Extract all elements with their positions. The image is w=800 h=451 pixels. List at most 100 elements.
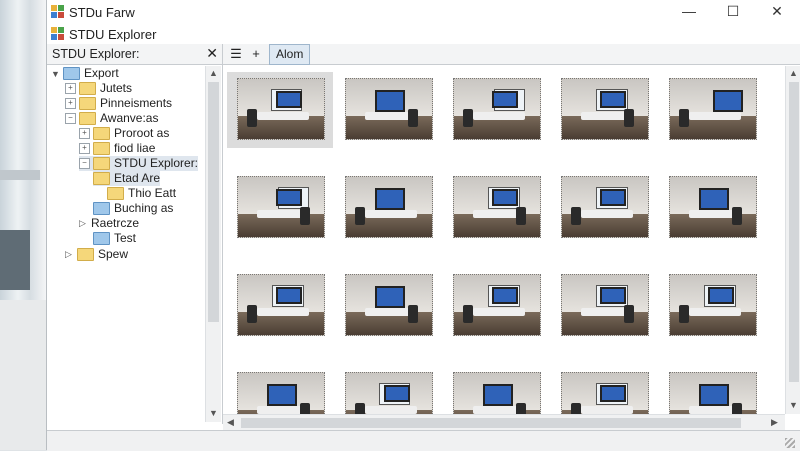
thumbnail-item[interactable] bbox=[659, 170, 765, 246]
tree-item-label: Thio Eatt bbox=[128, 186, 177, 200]
chevron-down-icon[interactable]: ▼ bbox=[51, 69, 61, 79]
tree-scrollbar[interactable]: ▲ ▼ bbox=[205, 66, 221, 422]
add-icon[interactable]: + bbox=[247, 45, 265, 62]
scroll-down-icon[interactable]: ▼ bbox=[209, 408, 218, 418]
tree-item[interactable]: + fiod liae bbox=[79, 141, 155, 156]
office-photo-thumbnail bbox=[453, 372, 541, 414]
background-monitor bbox=[0, 230, 30, 290]
tree-item[interactable]: Thio Eatt bbox=[107, 186, 176, 201]
thumbnail-grid bbox=[223, 66, 785, 414]
tree-item-label: STDU Explorer: bbox=[114, 156, 199, 170]
thumbnail-item[interactable] bbox=[335, 366, 441, 414]
tree-item-label: Raetrcze bbox=[91, 216, 140, 230]
thumbnail-item[interactable] bbox=[659, 366, 765, 414]
status-bar bbox=[47, 430, 800, 451]
expand-icon[interactable]: + bbox=[79, 128, 90, 140]
tree-item[interactable]: Etad Are bbox=[93, 171, 161, 186]
office-photo-thumbnail bbox=[669, 274, 757, 336]
office-photo-thumbnail bbox=[669, 176, 757, 238]
folder-icon bbox=[93, 157, 110, 171]
tree-item[interactable]: + Proroot as bbox=[79, 126, 169, 141]
thumbnail-item[interactable] bbox=[443, 268, 549, 344]
scroll-left-icon[interactable]: ◀ bbox=[227, 417, 234, 428]
tree-item[interactable]: − STDU Explorer: bbox=[79, 156, 199, 171]
expand-icon[interactable]: + bbox=[79, 143, 90, 155]
thumbnail-item[interactable] bbox=[335, 268, 441, 344]
grid-vertical-thumb[interactable] bbox=[789, 82, 799, 382]
thumbnail-item[interactable] bbox=[227, 170, 333, 246]
thumbnail-item[interactable] bbox=[551, 170, 657, 246]
tree-item[interactable]: + Pinneisments bbox=[65, 96, 172, 111]
thumbnail-item[interactable] bbox=[443, 170, 549, 246]
tree-item[interactable]: − Awanve:as bbox=[65, 111, 158, 126]
tree-item[interactable]: Buching as bbox=[93, 201, 173, 216]
thumbnail-item[interactable] bbox=[227, 72, 333, 148]
background-shelf bbox=[0, 170, 40, 180]
expand-icon[interactable]: + bbox=[65, 83, 76, 95]
title-bar[interactable]: STDu Farw — ☐ ✕ bbox=[47, 0, 800, 24]
background-desk bbox=[0, 300, 48, 450]
office-photo-thumbnail bbox=[453, 78, 541, 140]
tree-scroll-thumb[interactable] bbox=[208, 82, 219, 322]
app-window: STDu Farw — ☐ ✕ STDU Explorer STDU Explo… bbox=[46, 0, 800, 451]
grid-horizontal-scrollbar[interactable]: ◀ ▶ bbox=[223, 414, 785, 431]
tree-item[interactable]: ▷ Spew bbox=[65, 247, 128, 262]
tree-item[interactable]: ▷ Raetrcze bbox=[79, 216, 139, 231]
thumbnail-item[interactable] bbox=[551, 268, 657, 344]
scroll-right-icon[interactable]: ▶ bbox=[771, 417, 778, 428]
folder-icon bbox=[93, 142, 110, 156]
tree-item[interactable]: Test bbox=[93, 231, 136, 246]
office-photo-thumbnail bbox=[561, 176, 649, 238]
collapse-icon[interactable]: − bbox=[79, 158, 90, 170]
thumbnail-item[interactable] bbox=[443, 366, 549, 414]
office-photo-thumbnail bbox=[561, 78, 649, 140]
tree-item[interactable]: + Jutets bbox=[65, 81, 132, 96]
thumbnail-item[interactable] bbox=[659, 72, 765, 148]
thumbnail-item[interactable] bbox=[335, 72, 441, 148]
resize-grip-icon[interactable] bbox=[785, 438, 795, 448]
maximize-button[interactable]: ☐ bbox=[711, 0, 755, 22]
chevron-right-icon[interactable]: ▷ bbox=[65, 249, 75, 260]
grid-horizontal-thumb[interactable] bbox=[241, 418, 741, 428]
tree-item-label: Pinneisments bbox=[100, 96, 173, 110]
thumbnail-item[interactable] bbox=[335, 170, 441, 246]
office-photo-thumbnail bbox=[345, 176, 433, 238]
scroll-up-icon[interactable]: ▲ bbox=[789, 68, 798, 78]
thumbnail-item[interactable] bbox=[551, 366, 657, 414]
office-photo-thumbnail bbox=[561, 274, 649, 336]
office-photo-thumbnail bbox=[237, 78, 325, 140]
office-photo-thumbnail bbox=[453, 176, 541, 238]
list-view-icon[interactable]: ☰ bbox=[227, 45, 245, 62]
collapse-icon[interactable]: − bbox=[65, 113, 76, 125]
grid-vertical-scrollbar[interactable]: ▲ ▼ bbox=[785, 66, 800, 414]
tree-item[interactable]: ▼ Export bbox=[51, 66, 119, 81]
minimize-button[interactable]: — bbox=[667, 0, 711, 22]
thumbnail-item[interactable] bbox=[551, 72, 657, 148]
window-title: STDu Farw bbox=[69, 5, 135, 20]
office-photo-thumbnail bbox=[669, 78, 757, 140]
tree-item-label: fiod liae bbox=[114, 141, 156, 155]
tab-alom[interactable]: Alom bbox=[269, 44, 311, 65]
scroll-up-icon[interactable]: ▲ bbox=[209, 68, 218, 78]
thumbnail-item[interactable] bbox=[227, 268, 333, 344]
office-photo-thumbnail bbox=[237, 274, 325, 336]
app-subtitle: STDU Explorer bbox=[69, 27, 157, 42]
thumbnail-item[interactable] bbox=[227, 366, 333, 414]
thumbnail-item[interactable] bbox=[443, 72, 549, 148]
folder-icon bbox=[93, 232, 110, 246]
scroll-down-icon[interactable]: ▼ bbox=[789, 400, 798, 410]
folder-icon bbox=[93, 172, 110, 186]
chevron-right-icon[interactable]: ▷ bbox=[79, 218, 89, 229]
expand-icon[interactable]: + bbox=[65, 98, 76, 110]
office-photo-thumbnail bbox=[237, 176, 325, 238]
explorer-pane-title: STDU Explorer: bbox=[52, 47, 140, 61]
thumbnail-toolbar: ☰ + Alom bbox=[223, 44, 800, 65]
explorer-pane-header: STDU Explorer: ✕ bbox=[47, 44, 222, 65]
tree-item-label: Awanve:as bbox=[100, 111, 159, 125]
pane-close-icon[interactable]: ✕ bbox=[206, 45, 218, 62]
app-logo-icon bbox=[51, 27, 65, 41]
thumbnail-item[interactable] bbox=[659, 268, 765, 344]
close-button[interactable]: ✕ bbox=[755, 0, 799, 22]
office-photo-thumbnail bbox=[345, 372, 433, 414]
folder-icon bbox=[63, 67, 80, 81]
